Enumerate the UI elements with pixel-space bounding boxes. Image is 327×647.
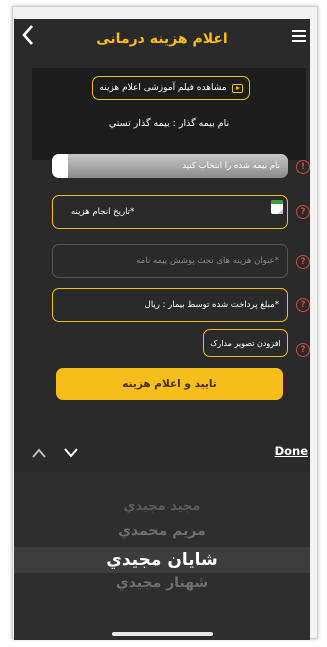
hamburger-menu-icon[interactable] [292, 29, 306, 43]
picker-item-selected[interactable]: شايان مجيدي [14, 547, 310, 573]
coverage-title-field[interactable]: عنوان هزینه های تحت پوشش بیمه نامه* [52, 244, 288, 278]
help-icon[interactable]: ? [296, 205, 310, 219]
app-header: اعلام هزینه درمانی [14, 19, 310, 59]
expense-date-placeholder: تاریخ انجام هزینه* [71, 207, 135, 217]
help-icon[interactable]: ? [296, 255, 310, 269]
insured-select-placeholder: نام بیمه شده را انتخاب کنید [182, 161, 280, 171]
submit-expense-button[interactable]: تایید و اعلام هزینه [56, 368, 283, 400]
app-screen: اعلام هزینه درمانی مشاهده فیلم آموزشی اع… [14, 19, 310, 640]
chevron-up-icon[interactable] [31, 448, 47, 458]
coverage-title-placeholder: عنوان هزینه های تحت پوشش بیمه نامه* [136, 256, 279, 266]
home-indicator[interactable] [112, 632, 213, 636]
picker-item[interactable]: مجيد مجيدي [14, 499, 310, 514]
back-arrow-icon[interactable] [18, 23, 38, 47]
help-icon[interactable]: ? [296, 298, 310, 312]
warning-icon: ! [296, 160, 310, 174]
calendar-icon[interactable] [270, 199, 284, 215]
page-title: اعلام هزینه درمانی [96, 31, 228, 47]
picker-toolbar: Done [14, 432, 310, 472]
name-picker-wheel[interactable]: مجيد مجيدي مريم محمدي شايان مجيدي شهناز … [14, 472, 310, 640]
attach-documents-label: افزودن تصویر مدارک [210, 338, 281, 348]
chevron-down-icon[interactable] [63, 448, 79, 458]
insured-person-select[interactable]: نام بیمه شده را انتخاب کنید [52, 154, 288, 178]
done-button[interactable]: Done [275, 444, 308, 458]
paid-amount-field[interactable]: مبلغ پرداخت شده توسط بیمار : ریال* [52, 288, 288, 322]
tutorial-video-label: مشاهده فیلم آموزشی اعلام هزینه [99, 83, 227, 93]
policyholder-name: نام بیمه گذار : بیمه گذار تستي [108, 118, 230, 129]
help-icon[interactable]: ? [296, 343, 310, 357]
expense-date-field[interactable]: تاریخ انجام هزینه* [52, 195, 288, 229]
attach-documents-button[interactable]: افزودن تصویر مدارک [203, 329, 288, 357]
paid-amount-placeholder: مبلغ پرداخت شده توسط بیمار : ریال* [144, 300, 279, 310]
submit-expense-label: تایید و اعلام هزینه [122, 378, 217, 390]
picker-item[interactable]: مريم محمدي [14, 523, 310, 539]
picker-item[interactable]: شهناز مجيدي [14, 575, 310, 591]
select-knob [52, 154, 68, 178]
play-video-icon [231, 83, 243, 93]
info-panel: مشاهده فیلم آموزشی اعلام هزینه نام بیمه … [32, 68, 306, 160]
tutorial-video-button[interactable]: مشاهده فیلم آموزشی اعلام هزینه [92, 76, 250, 100]
